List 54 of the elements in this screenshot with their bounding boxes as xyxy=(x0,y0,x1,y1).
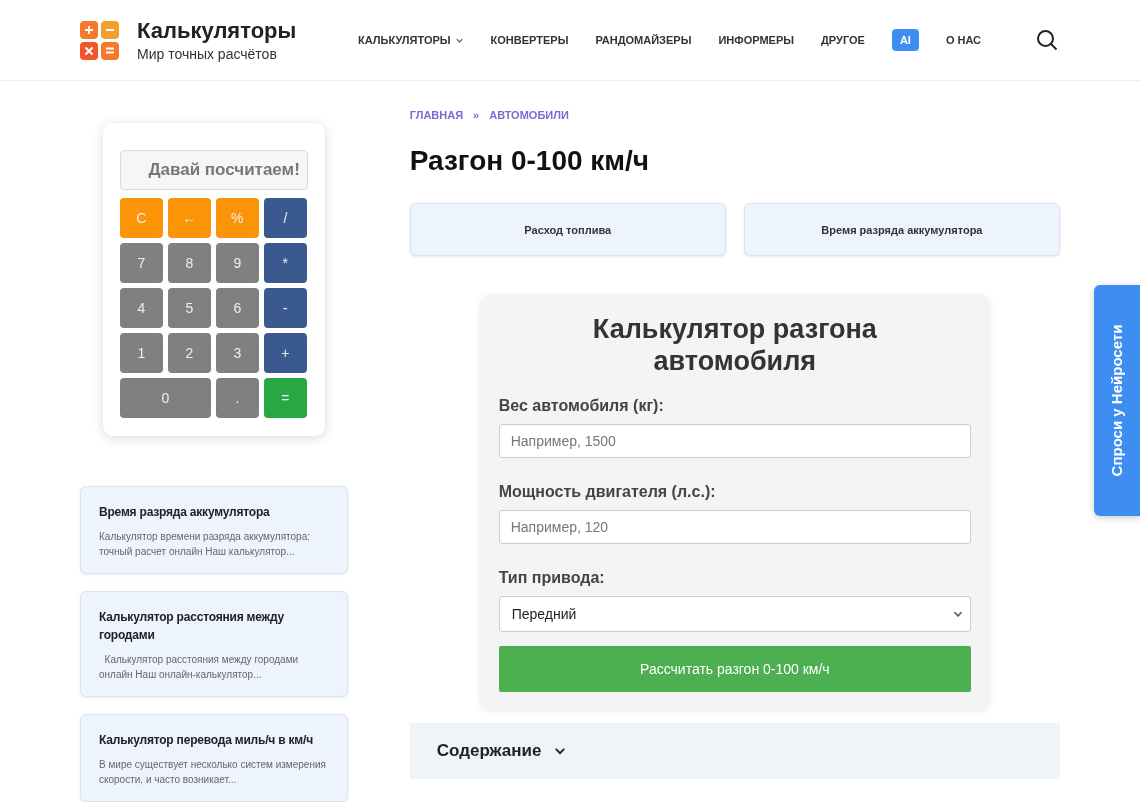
contents-toggle[interactable]: Содержание xyxy=(409,723,1060,779)
search-icon xyxy=(1036,29,1058,51)
article-excerpt: В мире существует несколько систем измерения скорости, и часто возникает... xyxy=(99,758,327,787)
calculator-key[interactable]: 6 xyxy=(215,288,259,328)
select-field[interactable]: Передний xyxy=(498,596,971,632)
calculator-display[interactable]: Давай посчитаем! xyxy=(119,150,308,190)
article-card[interactable]: Время разряда аккумулятора Калькулятор времени разряда аккумулятора: точный расчет онлайн Наш калькулятор... xyxy=(80,486,348,574)
nav-menu-link[interactable]: КАЛЬКУЛЯТОРЫ xyxy=(358,34,464,46)
article-excerpt: Калькулятор времени разряда аккумулятора: точный расчет онлайн Наш калькулятор... xyxy=(99,530,311,559)
nav-link[interactable]: РАНДОМАЙЗЕРЫ xyxy=(595,34,692,46)
article-title: Калькулятор расстояния между городами xyxy=(99,609,285,644)
article-excerpt: Калькулятор расстояния между городами онлайн Наш онлайн-калькулятор... xyxy=(99,653,300,682)
calculator-key[interactable]: / xyxy=(263,198,307,238)
article-card[interactable]: Калькулятор перевода миль/ч в км/ч В мире существует несколько систем измерения скорости, и часто возникает... xyxy=(80,714,348,802)
calculator-key[interactable]: - xyxy=(263,288,307,328)
calculator-key[interactable]: 0 xyxy=(119,378,211,418)
field-label: Вес автомобиля (кг): xyxy=(498,397,665,415)
article-title: Калькулятор перевода миль/ч в км/ч xyxy=(99,732,314,749)
calculator-key[interactable]: 5 xyxy=(167,288,211,328)
calculator-key[interactable]: 9 xyxy=(215,243,259,283)
calculator-key[interactable]: 7 xyxy=(119,243,163,283)
nav-link[interactable]: КОНВЕРТЕРЫ xyxy=(490,34,569,46)
input-field[interactable]: Например, 1500 xyxy=(498,424,971,458)
calculator-key[interactable]: + xyxy=(263,333,307,373)
ask-ai-tab[interactable]: Спроси у Нейросети xyxy=(1094,285,1140,516)
field-label: Тип привода: xyxy=(498,569,606,587)
article-card[interactable]: Калькулятор расстояния между городами Калькулятор расстояния между городами онлайн Наш онлайн-калькулятор... xyxy=(80,591,348,697)
calculator-key[interactable]: 4 xyxy=(119,288,163,328)
nav-ai-badge[interactable]: AI xyxy=(891,29,919,51)
form-title: Калькулятор разгона автомобиля xyxy=(591,313,878,377)
breadcrumb-link[interactable]: АВТОМОБИЛИ xyxy=(489,109,569,121)
nav-link[interactable]: О НАС xyxy=(945,34,982,46)
nav-link[interactable]: ИНФОРМЕРЫ xyxy=(718,34,794,46)
calculator-key[interactable]: = xyxy=(263,378,307,418)
field-label: Мощность двигателя (л.с.): xyxy=(498,483,717,501)
calculator-key[interactable]: 2 xyxy=(167,333,211,373)
calculator-key[interactable]: 1 xyxy=(119,333,163,373)
nav-link[interactable]: ДРУГОЕ xyxy=(821,34,865,46)
search-button[interactable] xyxy=(1036,29,1058,51)
breadcrumb-separator: » xyxy=(473,109,480,121)
site-tagline: Мир точных расчётов xyxy=(137,46,278,62)
logo-icon xyxy=(80,20,119,60)
calculator-key[interactable]: * xyxy=(263,243,307,283)
input-field[interactable]: Например, 120 xyxy=(498,510,971,544)
site-title: Калькуляторы xyxy=(137,18,297,44)
calculate-button[interactable]: Рассчитать разгон 0-100 км/ч xyxy=(498,646,971,692)
related-link[interactable]: Расход топлива xyxy=(409,203,726,256)
related-link[interactable]: Время разряда аккумулятора xyxy=(743,203,1060,256)
calculator-key[interactable]: 8 xyxy=(167,243,211,283)
page-title: Разгон 0-100 км/ч xyxy=(409,145,651,177)
breadcrumb-link[interactable]: ГЛАВНАЯ xyxy=(409,109,464,121)
calculator-key[interactable]: . xyxy=(215,378,259,418)
calculator-key[interactable]: 3 xyxy=(215,333,259,373)
article-title: Время разряда аккумулятора xyxy=(99,504,271,521)
